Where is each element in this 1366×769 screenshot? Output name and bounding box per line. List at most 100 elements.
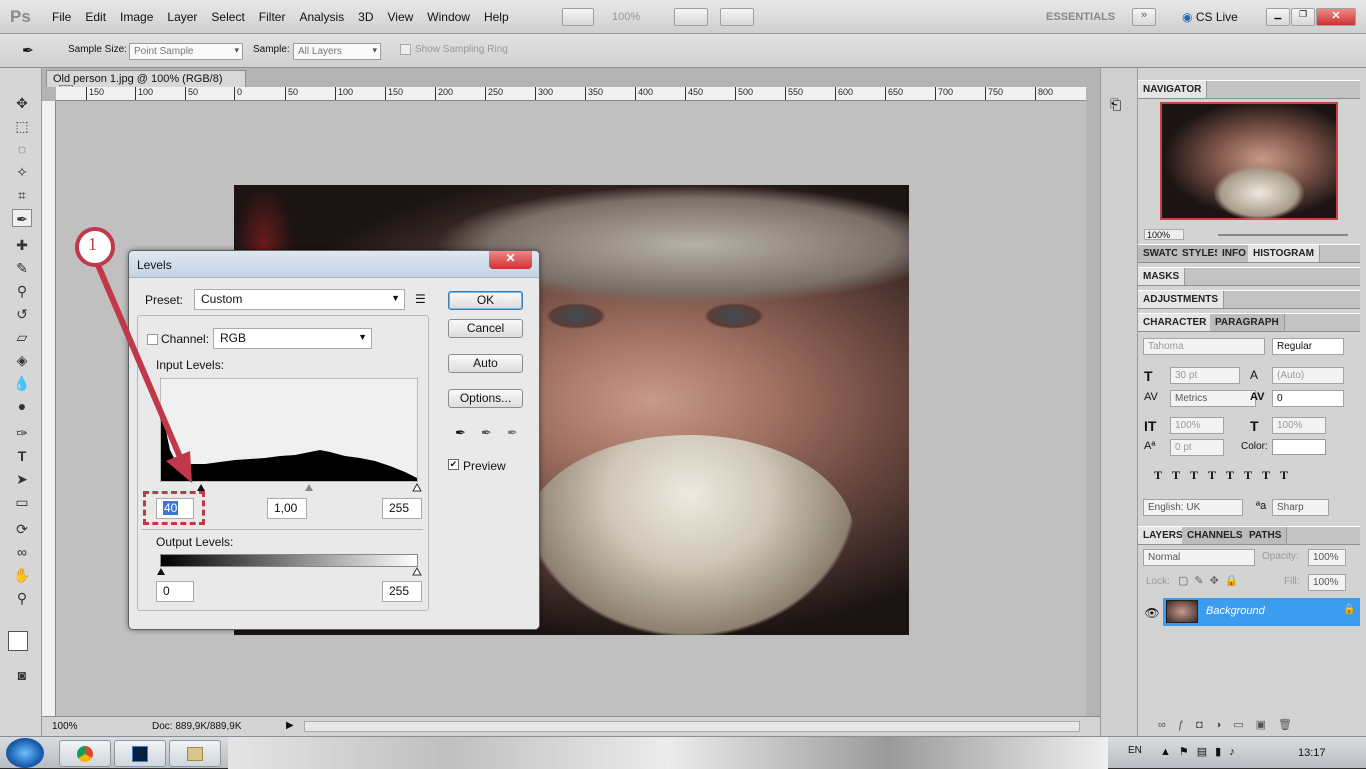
kerning-select[interactable]: Metrics (1170, 390, 1256, 407)
paint-bucket-icon[interactable]: ◈ (12, 351, 32, 369)
horizontal-scale-field[interactable]: 100% (1272, 417, 1326, 434)
menu-select[interactable]: Select (211, 10, 244, 24)
lock-icons[interactable]: ▢✎✥🔒 (1178, 574, 1245, 587)
menu-window[interactable]: Window (427, 10, 470, 24)
blur-tool-icon[interactable]: 💧 (12, 374, 32, 392)
opacity-field[interactable]: 100% (1308, 549, 1346, 566)
navigator-zoom[interactable]: 100% (1144, 229, 1184, 240)
quick-select-tool-icon[interactable]: ✧ (12, 163, 32, 181)
input-gamma-field[interactable]: 1,00 (267, 498, 307, 519)
output-black-field[interactable]: 0 (156, 581, 194, 602)
fill-field[interactable]: 100% (1308, 574, 1346, 591)
channel-select[interactable]: RGB ▼ (213, 328, 372, 349)
workspace-essentials[interactable]: ESSENTIALS (1046, 11, 1115, 23)
restore-button[interactable]: ❐ (1291, 8, 1315, 26)
auto-button[interactable]: Auto (448, 354, 523, 373)
dodge-tool-icon[interactable]: ● (12, 397, 32, 415)
taskbar-photoshop[interactable] (114, 740, 166, 767)
tab-channels[interactable]: CHANNELS (1182, 527, 1249, 544)
navigator-zoom-slider[interactable] (1218, 234, 1348, 236)
hand-tool-icon[interactable]: ✋ (12, 566, 32, 584)
eye-visibility-icon[interactable]: 👁 (1142, 600, 1162, 626)
leading-field[interactable]: (Auto) (1272, 367, 1344, 384)
quick-mask-icon[interactable]: ◙ (12, 666, 32, 684)
system-tray-icons[interactable]: ▲⚑▤▮♪ (1160, 745, 1243, 758)
path-select-icon[interactable]: ➤ (12, 470, 32, 488)
history-brush-icon[interactable]: ↺ (12, 305, 32, 323)
output-sliders[interactable] (156, 567, 422, 577)
baseline-field[interactable]: 0 pt (1170, 439, 1224, 456)
rectangle-tool-icon[interactable]: ▭ (12, 493, 32, 511)
input-white-field[interactable]: 255 (382, 498, 422, 519)
menu-filter[interactable]: Filter (259, 10, 286, 24)
white-eyedropper-icon[interactable]: ✒ (507, 425, 518, 441)
font-style-select[interactable]: Regular (1272, 338, 1344, 355)
workspace-expand-icon[interactable]: » (1132, 8, 1156, 26)
tab-paths[interactable]: PATHS (1244, 527, 1288, 544)
cancel-button[interactable]: Cancel (448, 319, 523, 338)
anti-alias-select[interactable]: Sharp (1272, 499, 1329, 516)
menu-layer[interactable]: Layer (167, 10, 197, 24)
preview-checkbox[interactable]: ✔ (448, 459, 459, 470)
eyedropper-tool-icon[interactable]: ✒ (22, 42, 34, 59)
sampling-ring-checkbox[interactable] (400, 44, 411, 55)
eraser-tool-icon[interactable]: ▱ (12, 328, 32, 346)
minimize-button[interactable]: ▁ (1266, 8, 1290, 26)
sample-select[interactable]: All Layers (293, 43, 381, 60)
tab-adjustments[interactable]: ADJUSTMENTS (1138, 291, 1225, 308)
close-window-button[interactable]: ✕ (1316, 8, 1356, 26)
font-family-select[interactable]: Tahoma (1143, 338, 1265, 355)
menu-file[interactable]: File (52, 10, 71, 24)
menu-edit[interactable]: Edit (85, 10, 106, 24)
black-eyedropper-icon[interactable]: ✒ (455, 425, 466, 441)
taskbar-chrome[interactable] (59, 740, 111, 767)
preset-options-icon[interactable]: ☰ (415, 292, 426, 306)
gray-eyedropper-icon[interactable]: ✒ (481, 425, 492, 441)
eyedropper-tool-icon[interactable]: ✒ (12, 209, 32, 227)
menu-analysis[interactable]: Analysis (299, 10, 344, 24)
output-black-slider[interactable] (157, 568, 165, 575)
3d-rotate-icon[interactable]: ⟳ (12, 520, 32, 538)
zoom-tool-icon[interactable]: ⚲ (12, 589, 32, 607)
move-tool-icon[interactable]: ✥ (12, 94, 32, 112)
tab-paragraph[interactable]: PARAGRAPH (1210, 314, 1285, 331)
output-white-slider[interactable] (412, 567, 422, 576)
menu-image[interactable]: Image (120, 10, 153, 24)
gamma-slider[interactable] (305, 484, 313, 491)
horizontal-scrollbar[interactable] (304, 721, 1080, 732)
crop-tool-icon[interactable]: ⌗ (12, 186, 32, 204)
dialog-close-button[interactable]: ✕ (489, 251, 532, 269)
navigator-thumbnail[interactable] (1160, 102, 1338, 220)
language-select[interactable]: English: UK (1143, 499, 1243, 516)
language-indicator[interactable]: EN (1128, 745, 1142, 756)
menu-help[interactable]: Help (484, 10, 509, 24)
pen-tool-icon[interactable]: ✑ (12, 424, 32, 442)
cs-live[interactable]: ◉ CS Live (1182, 10, 1238, 24)
clock[interactable]: 13:17 (1298, 747, 1326, 759)
ok-button[interactable]: OK (448, 291, 523, 310)
black-point-slider[interactable] (197, 484, 205, 491)
brush-tool-icon[interactable]: ✎ (12, 259, 32, 277)
sample-size-select[interactable]: Point Sample (129, 43, 243, 60)
output-white-field[interactable]: 255 (382, 581, 422, 602)
lasso-tool-icon[interactable]: ◌ (12, 140, 32, 158)
layer-actions-bar[interactable]: ∞ƒ◘◑▭▣🗑 (1158, 718, 1304, 731)
document-tab[interactable]: Old person 1.jpg @ 100% (RGB/8) ✕ (46, 70, 246, 97)
tab-character[interactable]: CHARACTER (1138, 314, 1213, 331)
3d-orbit-icon[interactable]: ∞ (12, 543, 32, 561)
tracking-select[interactable]: 0 (1272, 390, 1344, 407)
zoom-level[interactable]: 100% (612, 11, 640, 23)
start-button[interactable] (6, 738, 44, 768)
screen-layout-icon[interactable] (720, 8, 754, 26)
screen-mode-icon[interactable] (562, 8, 594, 26)
tab-info[interactable]: INFO (1217, 245, 1252, 262)
tab-histogram[interactable]: HISTOGRAM (1248, 245, 1320, 262)
taskbar-explorer[interactable] (169, 740, 221, 767)
vertical-scale-field[interactable]: 100% (1170, 417, 1224, 434)
status-zoom[interactable]: 100% (52, 721, 78, 732)
marquee-tool-icon[interactable]: ⬚ (12, 117, 32, 135)
options-button[interactable]: Options... (448, 389, 523, 408)
type-tool-icon[interactable]: T (12, 447, 32, 465)
menu-3d[interactable]: 3D (358, 10, 373, 24)
text-style-buttons[interactable]: TTTTTTTT (1154, 468, 1298, 483)
